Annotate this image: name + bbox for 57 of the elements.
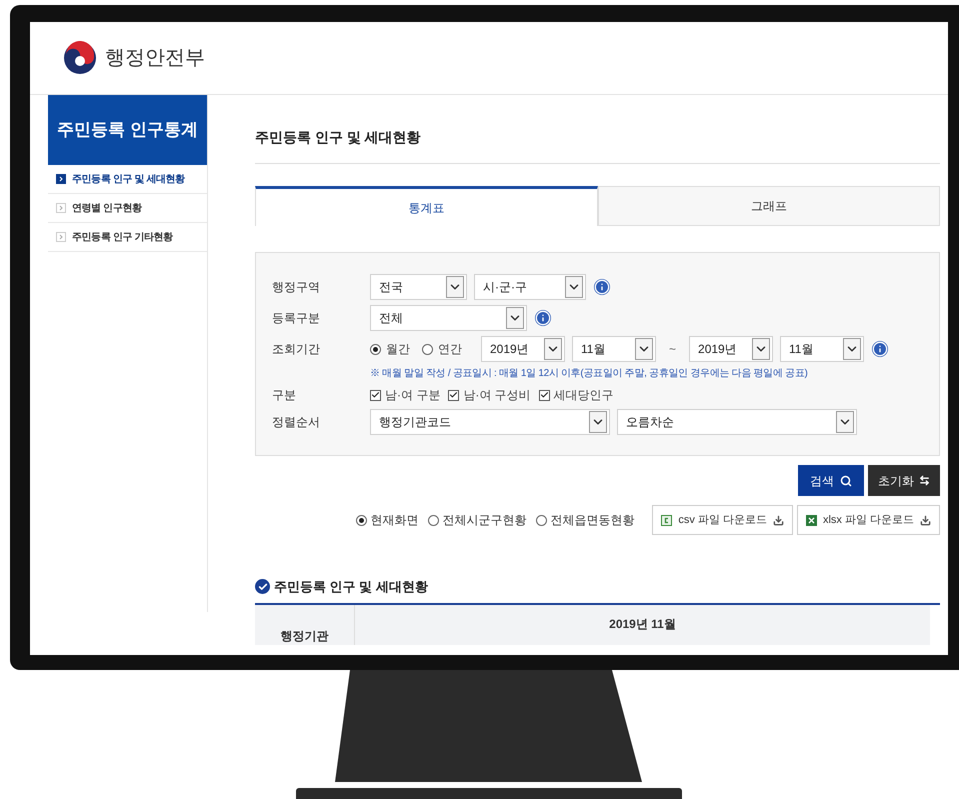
checkbox[interactable] [448,390,460,400]
letter-file-icon [661,514,672,526]
spreadsheet-icon [806,514,817,526]
dropdown-select[interactable]: 시·군·구 [474,274,586,300]
dropdown-select[interactable]: 행정기관코드 [370,409,610,435]
search-icon [840,474,852,486]
checkbox-label: 남·여 구성비 [463,387,531,404]
dropdown-select[interactable]: 전국 [370,274,467,300]
radio-label: 전체읍면동현황 [550,512,634,529]
radio-button[interactable] [370,344,381,354]
checkbox[interactable] [538,390,550,400]
sidebar-item[interactable]: 주민등록 인구 및 세대현황 [48,165,207,194]
filter-label: 행정구역 [272,279,321,296]
radio-button[interactable] [422,344,433,354]
download-button[interactable]: csv 파일 다운로드 [652,505,793,535]
dropdown-select[interactable]: 11월 [572,336,656,362]
reset-button[interactable]: 초기화 [868,465,940,496]
download-icon [772,514,784,526]
info-icon[interactable] [594,279,610,295]
notice-text: ※ 매월 말일 작성 / 공표일시 : 매월 1일 12시 이후(공표일이 주말, 공휴일인 경우에는 다음 평일에 공표) [370,367,809,381]
filter-label: 구분 [272,387,297,404]
search-button[interactable]: 검색 [798,465,864,496]
download-icon [920,514,931,526]
download-button[interactable]: xlsx 파일 다운로드 [796,505,940,535]
radio-label: 월간 [386,341,410,358]
radio-button[interactable] [536,514,548,526]
filter-label: 정렬순서 [272,414,321,431]
radio-label: 전체시군구현황 [442,512,526,529]
dropdown-select[interactable]: 2019년 [689,336,774,362]
dropdown-select[interactable]: 2019년 [481,336,565,362]
radio-button[interactable] [428,514,440,526]
sidebar-item[interactable]: 주민등록 인구 기타현황 [48,223,207,252]
sidebar-item[interactable]: 연령별 인구현황 [48,194,207,223]
filter-label: 등록구분 [272,310,321,327]
checkbox-label: 세대당인구 [554,387,614,404]
info-icon[interactable] [872,341,888,357]
table-header-cell: 행정기관 [255,604,355,644]
radio-label: 현재화면 [370,512,418,529]
info-icon[interactable] [535,310,551,326]
logo-icon [63,41,97,75]
section-title: 주민등록 인구 및 세대현황 [274,578,428,596]
page-title: 주민등록 인구 및 세대현황 [255,95,940,164]
tab[interactable]: 그래프 [598,186,940,226]
tab[interactable]: 통계표 [255,186,598,226]
radio-label: 연간 [438,341,462,358]
checkbox[interactable] [370,390,381,400]
dropdown-select[interactable]: 11월 [780,336,864,362]
arrows-icon [919,475,930,486]
radio-button[interactable] [356,514,368,526]
logo-text: 행정안전부 [105,46,205,71]
filter-label: 조회기간 [272,341,321,358]
checkbox-label: 남·여 구분 [385,387,440,404]
sidebar-title: 주민등록 인구통계 [48,95,207,165]
table-header-cell-text: 2019년 11월 [608,616,677,632]
range-separator: ~ [669,341,676,358]
dropdown-select[interactable]: 오름차순 [617,409,857,435]
dropdown-select[interactable]: 전체 [370,305,527,331]
